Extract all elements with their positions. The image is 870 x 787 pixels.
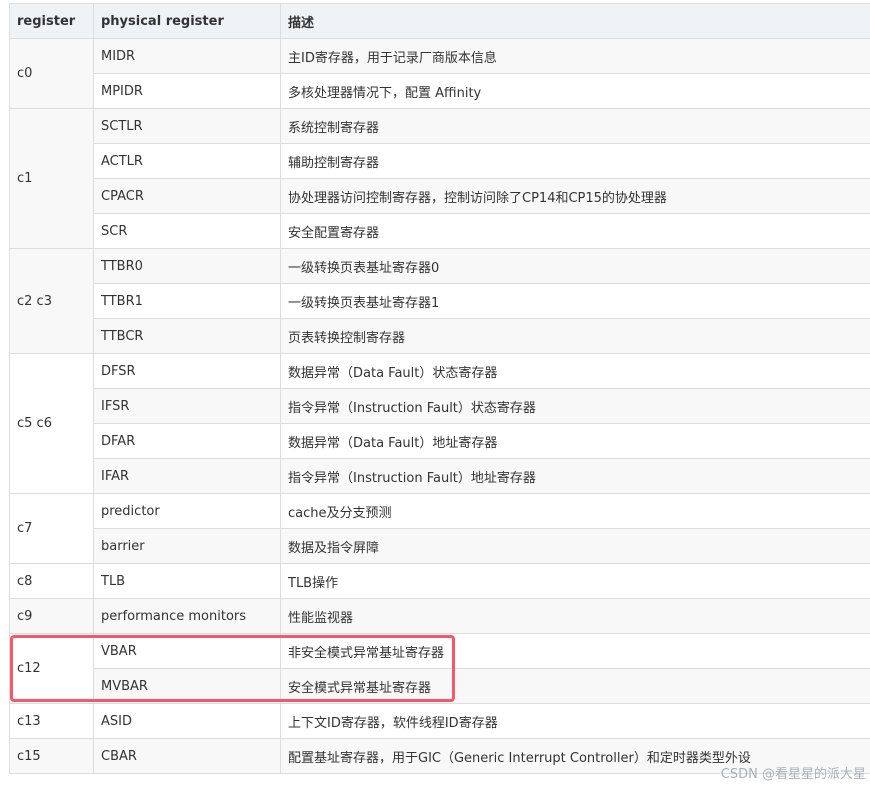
physical-register-cell: IFAR [93, 458, 281, 494]
table-row: IFSR 指令异常（Instruction Fault）状态寄存器 [10, 388, 870, 424]
table-row: barrier 数据及指令屏障 [10, 528, 870, 564]
table-row: TTBCR 页表转换控制寄存器 [10, 318, 870, 354]
description-cell: 指令异常（Instruction Fault）地址寄存器 [280, 458, 870, 494]
description-cell: 辅助控制寄存器 [280, 143, 870, 179]
description-cell: cache及分支预测 [280, 493, 870, 529]
physical-register-cell: TTBR1 [93, 283, 281, 319]
table-row: c13 ASID 上下文ID寄存器，软件线程ID寄存器 [9, 703, 870, 739]
physical-register-cell: TTBCR [93, 318, 281, 354]
physical-register-cell: TTBR0 [93, 248, 281, 284]
table-row: c9 performance monitors 性能监视器 [9, 598, 870, 634]
table-header: register physical register 描述 [9, 3, 870, 39]
register-cell: c12 [9, 633, 94, 704]
description-cell: 数据异常（Data Fault）状态寄存器 [280, 353, 870, 389]
physical-register-cell: predictor [93, 493, 281, 529]
physical-register-cell: performance monitors [93, 598, 281, 634]
description-cell: 协处理器访问控制寄存器，控制访问除了CP14和CP15的协处理器 [280, 178, 870, 214]
header-register: register [9, 3, 94, 39]
register-cell: c15 [9, 738, 94, 774]
physical-register-cell: MIDR [93, 38, 281, 74]
description-cell: 一级转换页表基址寄存器0 [280, 248, 870, 284]
table-row: SCR 安全配置寄存器 [10, 213, 870, 249]
description-cell: 非安全模式异常基址寄存器 [280, 633, 870, 669]
description-cell: TLB操作 [280, 563, 870, 599]
physical-register-cell: DFAR [93, 423, 281, 459]
register-cell: c0 [9, 38, 94, 109]
physical-register-cell: DFSR [93, 353, 281, 389]
description-cell: 数据及指令屏障 [280, 528, 870, 564]
register-cell: c1 [9, 108, 94, 249]
description-cell: 多核处理器情况下，配置 Affinity [280, 73, 870, 109]
description-cell: 安全模式异常基址寄存器 [280, 668, 870, 704]
physical-register-cell: SCR [93, 213, 281, 249]
physical-register-cell: ASID [93, 703, 281, 739]
physical-register-cell: MPIDR [93, 73, 281, 109]
physical-register-cell: TLB [93, 563, 281, 599]
physical-register-cell: barrier [93, 528, 281, 564]
description-cell: 性能监视器 [280, 598, 870, 634]
header-description: 描述 [280, 3, 870, 39]
description-cell: 一级转换页表基址寄存器1 [280, 283, 870, 319]
description-cell: 数据异常（Data Fault）地址寄存器 [280, 423, 870, 459]
physical-register-cell: VBAR [93, 633, 281, 669]
physical-register-cell: IFSR [93, 388, 281, 424]
description-cell: 页表转换控制寄存器 [280, 318, 870, 354]
table-row: c2 c3 TTBR0 一级转换页表基址寄存器0 [9, 248, 870, 354]
description-cell: 系统控制寄存器 [280, 108, 870, 144]
register-table: register physical register 描述 c0 MIDR 主ID寄… [9, 3, 870, 774]
table-row: c7 predictor cache及分支预测 [9, 493, 870, 564]
table-row: ACTLR 辅助控制寄存器 [10, 143, 870, 179]
table-row: c12 VBAR 非安全模式异常基址寄存器 [9, 633, 870, 704]
register-cell: c7 [9, 493, 94, 564]
table-body: c0 MIDR 主ID寄存器，用于记录厂商版本信息 MPIDR 多核处理器情况下，配置 … [9, 38, 870, 774]
physical-register-cell: SCTLR [93, 108, 281, 144]
table-row: c1 SCTLR 系统控制寄存器 [9, 108, 870, 249]
physical-register-cell: CPACR [93, 178, 281, 214]
table-row: IFAR 指令异常（Instruction Fault）地址寄存器 [10, 458, 870, 494]
description-cell: 上下文ID寄存器，软件线程ID寄存器 [280, 703, 870, 739]
physical-register-cell: MVBAR [93, 668, 281, 704]
header-row: register physical register 描述 [9, 3, 870, 39]
description-cell: 指令异常（Instruction Fault）状态寄存器 [280, 388, 870, 424]
register-cell: c13 [9, 703, 94, 739]
table-row: c5 c6 DFSR 数据异常（Data Fault）状态寄存器 [9, 353, 870, 494]
description-cell: 主ID寄存器，用于记录厂商版本信息 [280, 38, 870, 74]
description-cell: 安全配置寄存器 [280, 213, 870, 249]
register-cell: c2 c3 [9, 248, 94, 354]
table-row: c0 MIDR 主ID寄存器，用于记录厂商版本信息 [9, 38, 870, 109]
table-row: MPIDR 多核处理器情况下，配置 Affinity [10, 73, 870, 109]
register-cell: c5 c6 [9, 353, 94, 494]
physical-register-cell: ACTLR [93, 143, 281, 179]
physical-register-cell: CBAR [93, 738, 281, 774]
register-cell: c9 [9, 598, 94, 634]
table-row: TTBR1 一级转换页表基址寄存器1 [10, 283, 870, 319]
table-row: DFAR 数据异常（Data Fault）地址寄存器 [10, 423, 870, 459]
watermark: CSDN @看星星的派大星 [720, 767, 866, 782]
header-physical-register: physical register [93, 3, 281, 39]
register-cell: c8 [9, 563, 94, 599]
table-row: CPACR 协处理器访问控制寄存器，控制访问除了CP14和CP15的协处理器 [10, 178, 870, 214]
table-row: MVBAR 安全模式异常基址寄存器 [10, 668, 870, 704]
table-row: c8 TLB TLB操作 [9, 563, 870, 599]
